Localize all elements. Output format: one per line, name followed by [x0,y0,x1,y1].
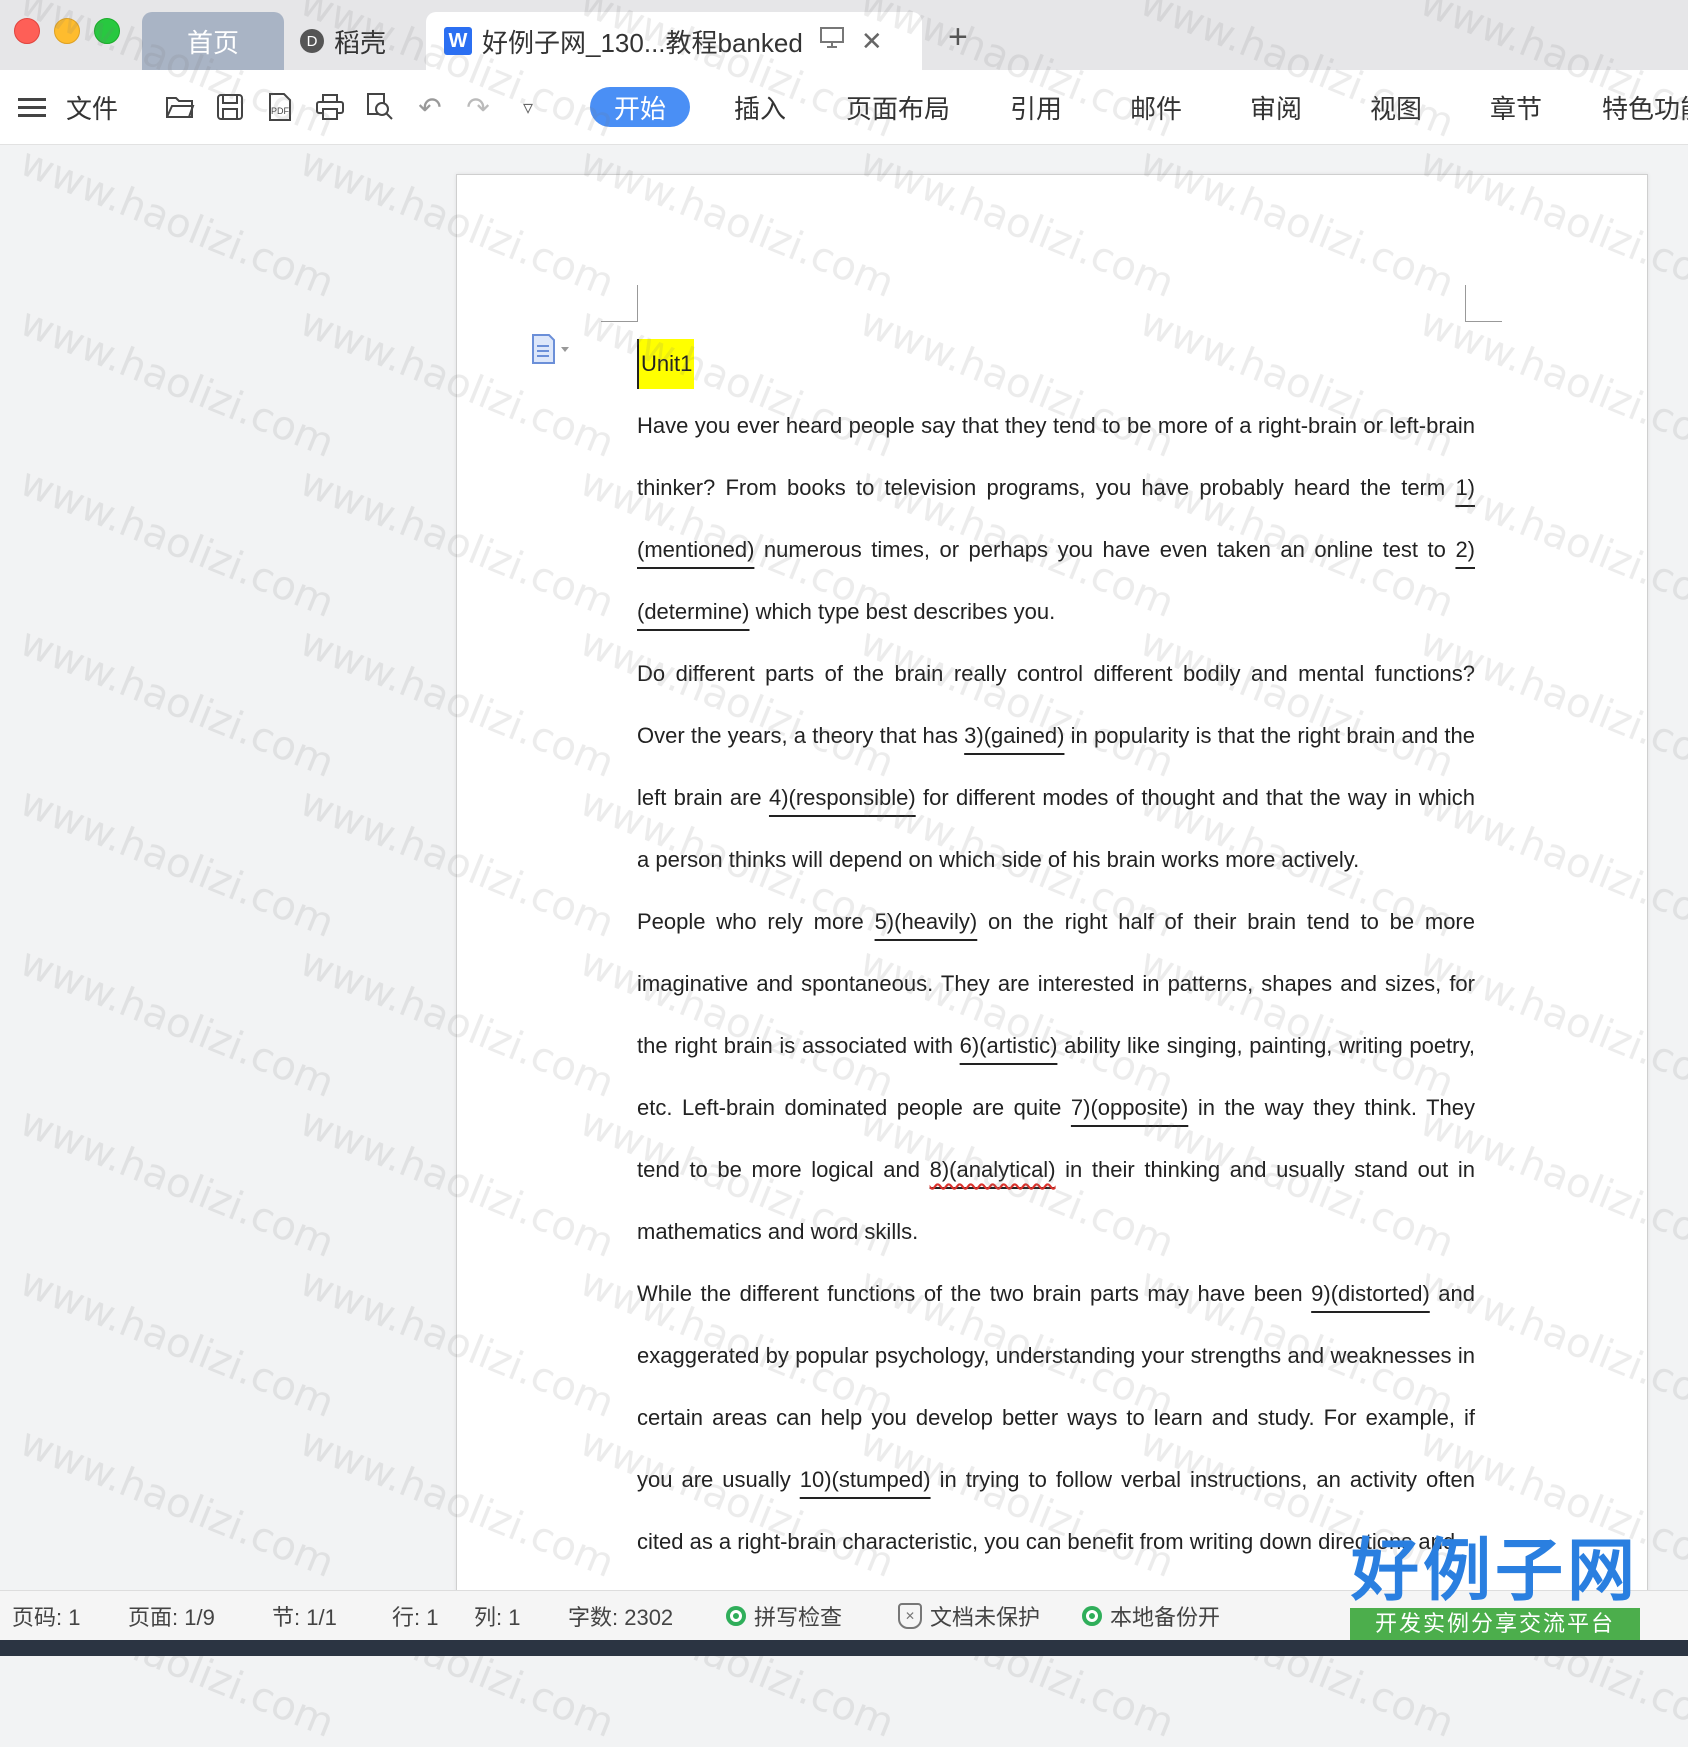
margin-corner-mark [601,285,638,322]
check-circle-icon [1082,1606,1102,1626]
ribbon-tab-page-layout[interactable]: 页面布局 [846,70,950,144]
text-run: and exaggerated by popular psychology, u… [637,1281,1475,1492]
local-backup-toggle[interactable]: 本地备份开 [1082,1591,1220,1641]
watermark-text: www.haolizi.com [13,139,341,307]
logo-sub-text: 开发实例分享交流平台 [1350,1608,1640,1640]
tab-daoke-label: 稻壳 [334,27,387,58]
document-paragraph[interactable]: Have you ever heard people say that they… [637,395,1475,643]
monitor-icon[interactable] [819,26,845,57]
print-icon[interactable] [312,70,348,144]
tab-document[interactable]: W 好例子网_130...教程banked ✕ [426,12,922,70]
watermark-text: www.haolizi.com [13,1099,341,1267]
watermark-text: www.haolizi.com [13,779,341,947]
tab-home[interactable]: 首页 [142,12,284,70]
document-paragraph[interactable]: People who rely more 5)(heavily) on the … [637,891,1475,1263]
hamburger-menu-icon[interactable] [18,70,46,144]
tab-document-label: 好例子网_130...教程banked [482,27,803,58]
text-run: numerous times, or perhaps you have even… [754,537,1456,562]
answer-blank: 3)(gained) [964,723,1065,748]
print-preview-icon[interactable] [362,70,398,144]
answer-blank: 6)(artistic) [959,1033,1058,1058]
ribbon-tab-chapter[interactable]: 章节 [1490,70,1542,144]
watermark-text: www.haolizi.com [13,939,341,1107]
text-run: which type best describes you. [749,599,1056,624]
ribbon-tab-view[interactable]: 视图 [1370,70,1422,144]
logo-main-text: 好例子网 [1350,1532,1639,1611]
status-page[interactable]: 页面: 1/9 [128,1591,215,1641]
close-window-icon[interactable] [14,18,40,44]
customize-toolbar-icon[interactable]: ▿ [510,70,546,144]
toolbar: 文件 PDF ↶ ↷ ▿ 开始 插入 页面布局 引用 邮件 审阅 视图 章节 特… [0,70,1688,145]
status-column[interactable]: 列: 1 [474,1591,520,1641]
protection-label: 文档未保护 [930,1605,1041,1630]
spell-check-toggle[interactable]: 拼写检查 [726,1591,842,1641]
text-run: People who rely more [637,909,875,934]
answer-blank: 8)(analytical) [930,1157,1056,1182]
tab-home-label: 首页 [186,27,239,58]
document-paragraph[interactable]: Do different parts of the brain really c… [637,643,1475,891]
answer-blank: 5)(heavily) [874,909,978,934]
svg-text:PDF: PDF [271,106,290,116]
text-run: Have you ever heard people say that they… [637,413,1475,500]
watermark-text: www.haolizi.com [13,619,341,787]
status-row[interactable]: 行: 1 [392,1591,438,1641]
open-folder-icon[interactable] [162,70,198,144]
new-tab-button[interactable]: + [948,18,968,57]
status-section[interactable]: 节: 1/1 [272,1591,337,1641]
watermark-text: www.haolizi.com [13,1419,341,1587]
answer-blank: 4)(responsible) [768,785,916,810]
title-bar: 首页 D 稻壳 W 好例子网_130...教程banked ✕ + [0,0,1688,70]
backup-label: 本地备份开 [1110,1605,1221,1630]
margin-corner-mark [1465,285,1502,322]
paragraph-layout-icon[interactable] [531,333,571,372]
daoke-icon: D [300,29,324,53]
file-menu[interactable]: 文件 [66,70,118,144]
word-doc-icon: W [444,27,472,55]
ribbon-tab-mail[interactable]: 邮件 [1130,70,1182,144]
minimize-window-icon[interactable] [54,18,80,44]
answer-blank: 10)(stumped) [799,1467,931,1492]
watermark-text: www.haolizi.com [13,299,341,467]
document-protection-toggle[interactable]: ✕ 文档未保护 [898,1591,1040,1641]
document-body[interactable]: Unit1 Have you ever heard people say tha… [637,333,1475,1573]
shield-icon: ✕ [898,1603,922,1629]
tab-daoke[interactable]: D 稻壳 [300,12,420,70]
close-tab-icon[interactable]: ✕ [861,26,883,57]
watermark-text: www.haolizi.com [13,459,341,627]
text-run: While the different functions of the two… [637,1281,1312,1306]
document-paragraph[interactable]: While the different functions of the two… [637,1263,1475,1573]
document-page[interactable]: Unit1 Have you ever heard people say tha… [456,174,1648,1596]
spell-check-label: 拼写检查 [754,1605,843,1630]
ribbon-tab-review[interactable]: 审阅 [1250,70,1302,144]
status-word-count[interactable]: 字数: 2302 [568,1591,673,1641]
status-page-code[interactable]: 页码: 1 [12,1591,80,1641]
save-icon[interactable] [212,70,248,144]
redo-icon[interactable]: ↷ [460,70,496,144]
spelling-error-mark[interactable]: 8)(analytical) [930,1157,1056,1182]
watermark-text: www.haolizi.com [13,1259,341,1427]
undo-icon[interactable]: ↶ [412,70,448,144]
answer-blank: 7)(opposite) [1070,1095,1189,1120]
answer-blank: 9)(distorted) [1311,1281,1430,1306]
site-logo: 好例子网 开发实例分享交流平台 [1350,1536,1640,1656]
export-pdf-icon[interactable]: PDF [262,70,298,144]
check-circle-icon [726,1606,746,1626]
maximize-window-icon[interactable] [94,18,120,44]
document-title: Unit1 [637,339,695,389]
ribbon-tab-insert[interactable]: 插入 [734,70,786,144]
ribbon-tab-start[interactable]: 开始 [590,87,691,127]
ribbon-tab-special-features[interactable]: 特色功能 [1602,70,1688,144]
ribbon-tab-references[interactable]: 引用 [1010,70,1062,144]
